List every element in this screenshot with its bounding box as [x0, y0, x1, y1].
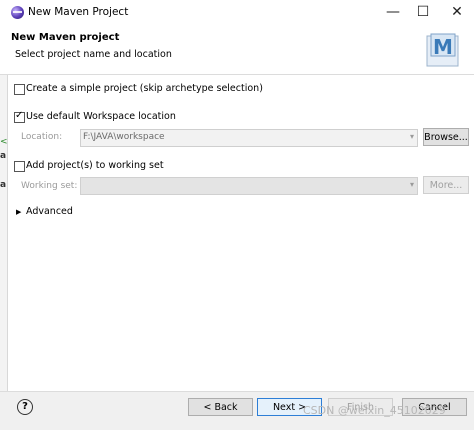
simple-project-label: Create a simple project (skip archetype …: [26, 83, 263, 94]
working-set-label: Working set:: [21, 181, 78, 191]
wizard-header: New Maven project Select project name an…: [0, 26, 474, 75]
watermark: CSDN @weixin_45102029: [303, 404, 446, 417]
edge-glyph: <: [0, 137, 8, 147]
working-set-check-label: Add project(s) to working set: [26, 160, 164, 171]
title-bar: New Maven Project — ☐ ✕: [0, 0, 474, 26]
advanced-label: Advanced: [26, 206, 73, 217]
edge-glyph: a: [0, 151, 7, 161]
default-location-checkbox[interactable]: [14, 110, 25, 123]
simple-project-checkbox[interactable]: [14, 84, 25, 95]
page-title: New Maven project: [11, 32, 120, 43]
maximize-button[interactable]: ☐: [406, 0, 440, 26]
browse-button[interactable]: Browse...: [423, 128, 469, 146]
location-combo[interactable]: F:\JAVA\workspace ▾: [80, 129, 418, 147]
default-location-label: Use default Workspace location: [26, 111, 176, 122]
eclipse-icon: [11, 6, 24, 19]
edge-glyph: a: [0, 180, 7, 190]
chevron-down-icon: ▾: [409, 180, 414, 189]
chevron-down-icon: ▾: [409, 132, 414, 141]
expand-triangle-icon: ▶: [16, 208, 22, 216]
page-subtitle: Select project name and location: [15, 49, 172, 60]
wizard-footer: ? < Back Next > Finish Cancel CSDN @weix…: [0, 391, 474, 430]
back-button[interactable]: < Back: [188, 398, 253, 416]
working-set-checkbox[interactable]: [14, 161, 25, 172]
more-button[interactable]: More...: [423, 176, 469, 194]
maven-logo-icon: M: [426, 33, 459, 67]
close-button[interactable]: ✕: [440, 0, 474, 26]
help-icon[interactable]: ?: [17, 399, 33, 415]
wizard-content: Create a simple project (skip archetype …: [8, 75, 474, 391]
location-label: Location:: [21, 132, 63, 142]
background-window-edge: < a a: [0, 75, 8, 429]
location-value: F:\JAVA\workspace: [83, 132, 165, 142]
maven-logo-letter: M: [433, 35, 453, 59]
window-title: New Maven Project: [28, 6, 129, 18]
minimize-button[interactable]: —: [376, 0, 410, 26]
working-set-combo[interactable]: ▾: [80, 177, 418, 195]
